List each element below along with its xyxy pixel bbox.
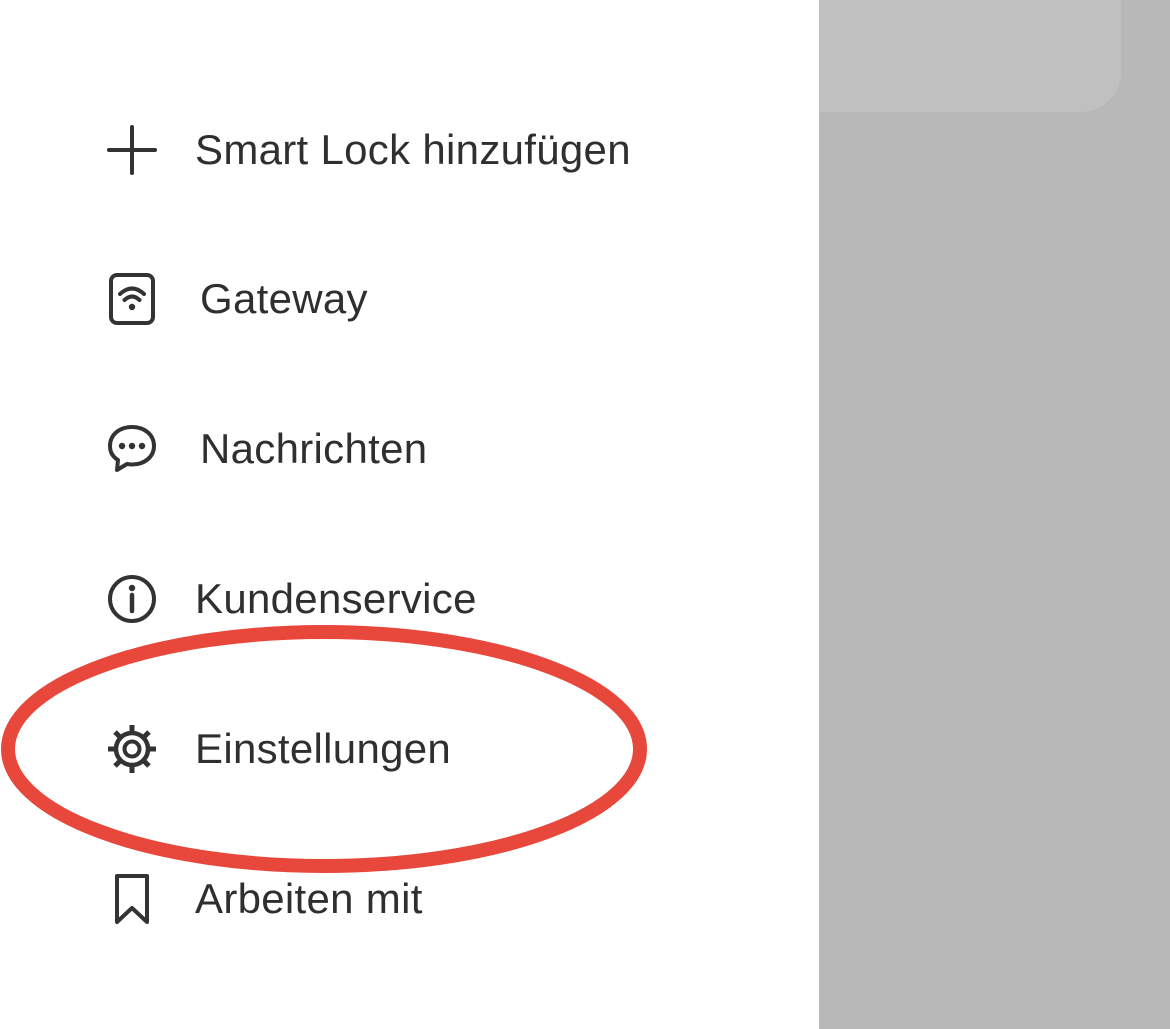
- chat-bubble-icon: [105, 422, 159, 476]
- menu-item-customer-service[interactable]: Kundenservice: [105, 564, 745, 634]
- plus-icon: [105, 123, 159, 177]
- menu-item-works-with[interactable]: Arbeiten mit: [105, 864, 745, 934]
- menu-item-label: Smart Lock hinzufügen: [195, 126, 631, 173]
- menu-item-label: Einstellungen: [195, 725, 452, 772]
- menu-item-label: Arbeiten mit: [195, 875, 423, 922]
- menu-item-label: Kundenservice: [195, 575, 477, 622]
- dimmed-card: [819, 0, 1121, 112]
- app-screen: Smart Lock hinzufügen Gateway Nachrichte…: [0, 0, 1170, 1029]
- menu-item-label: Gateway: [200, 275, 368, 322]
- menu-item-gateway[interactable]: Gateway: [105, 264, 745, 334]
- side-drawer-menu: Smart Lock hinzufügen Gateway Nachrichte…: [0, 0, 819, 1029]
- bookmark-icon: [105, 872, 159, 926]
- menu-item-add-smart-lock[interactable]: Smart Lock hinzufügen: [105, 115, 745, 185]
- menu-item-messages[interactable]: Nachrichten: [105, 414, 745, 484]
- gear-icon: [105, 722, 159, 776]
- menu-item-label: Nachrichten: [200, 425, 428, 472]
- info-icon: [105, 572, 159, 626]
- wifi-box-icon: [105, 272, 159, 326]
- dimmed-background-content[interactable]: [819, 0, 1170, 1029]
- menu-item-settings[interactable]: Einstellungen: [105, 714, 745, 784]
